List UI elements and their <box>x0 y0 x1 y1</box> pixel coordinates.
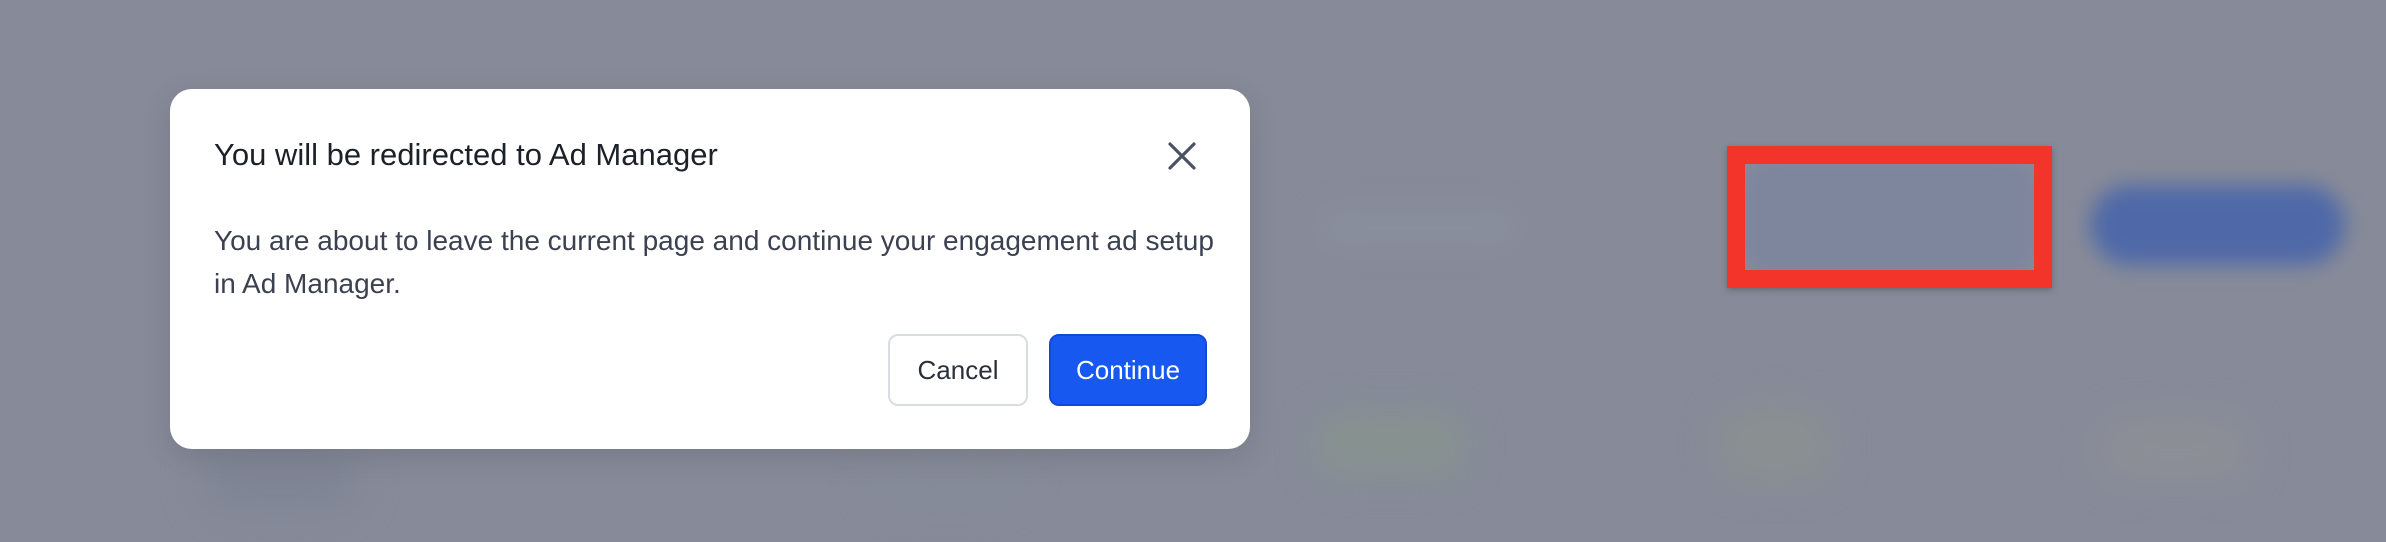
dialog-message: You are about to leave the current page … <box>214 225 1214 299</box>
cancel-button[interactable]: Cancel <box>888 334 1028 406</box>
dialog-title: You will be redirected to Ad Manager <box>214 137 718 172</box>
blurred-status <box>870 440 1020 500</box>
blurred-status <box>1315 415 1465 475</box>
continue-button[interactable]: Continue <box>1049 334 1207 406</box>
highlight-annotation-box <box>1727 146 2052 288</box>
blurred-status <box>2100 420 2250 480</box>
blurred-text <box>1320 210 1520 246</box>
redirect-dialog: You will be redirected to Ad Manager You… <box>170 89 1250 449</box>
close-button[interactable] <box>1160 134 1204 178</box>
close-icon <box>1168 142 1196 170</box>
blurred-status <box>1720 410 1830 480</box>
blurred-primary-button <box>2090 185 2345 265</box>
blurred-status <box>200 450 360 510</box>
